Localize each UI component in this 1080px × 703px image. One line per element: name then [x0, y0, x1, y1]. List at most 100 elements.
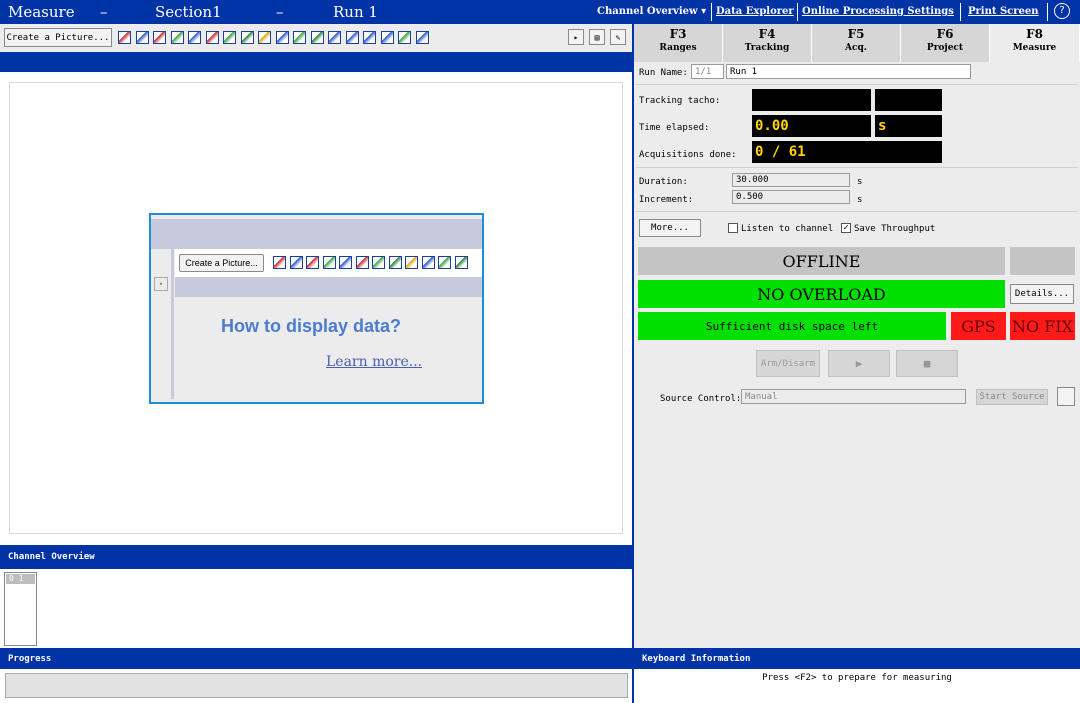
display-type-icon[interactable]: [415, 31, 429, 44]
separator: [711, 3, 712, 21]
display-type-icon[interactable]: [258, 31, 271, 44]
duration-field[interactable]: 30.000: [732, 173, 850, 187]
tracking-tacho-unit: [875, 89, 942, 111]
help-toolbar: Create a Picture...: [175, 249, 482, 277]
offline-status: OFFLINE: [638, 247, 1005, 275]
channel-list[interactable]: 0 1: [4, 572, 37, 646]
increment-field[interactable]: 0.500: [732, 190, 850, 204]
display-type-icon: [355, 256, 369, 269]
tab-ranges[interactable]: F3 Ranges: [634, 24, 723, 62]
display-type-icon[interactable]: [328, 31, 341, 44]
display-type-icon[interactable]: [380, 31, 394, 44]
increment-label: Increment:: [639, 195, 694, 205]
tab-measure[interactable]: F8 Measure: [990, 24, 1080, 62]
source-control-select[interactable]: Manual: [741, 389, 966, 404]
display-type-icon: [454, 256, 468, 269]
display-type-icon[interactable]: [363, 31, 376, 44]
acquisitions-done-label: Acquisitions done:: [639, 150, 737, 160]
separator: [960, 3, 961, 21]
breadcrumb-section[interactable]: Section1: [155, 3, 222, 21]
display-type-icon[interactable]: [293, 31, 306, 44]
help-header-strip: [151, 219, 482, 249]
display-type-icon[interactable]: [135, 31, 149, 44]
edit-icon[interactable]: ✎: [610, 29, 626, 45]
source-control-label: Source Control:: [660, 394, 742, 404]
display-type-icon[interactable]: [153, 31, 166, 44]
display-type-icon[interactable]: [310, 31, 324, 44]
keyboard-information-panel: Press <F2> to prepare for measuring: [634, 669, 1080, 703]
display-type-icon: [388, 256, 402, 269]
progress-bar: [5, 673, 628, 698]
expand-icon[interactable]: ▸: [568, 29, 584, 45]
display-type-icon: [306, 256, 319, 269]
time-elapsed-label: Time elapsed:: [639, 123, 710, 133]
progress-header: Progress: [0, 648, 632, 669]
divider: [636, 167, 1078, 168]
keyboard-information-header: Keyboard Information: [634, 648, 1080, 669]
tab-tracking[interactable]: F4 Tracking: [723, 24, 812, 62]
breadcrumb-separator: –: [276, 3, 284, 21]
gps-status: GPS: [951, 312, 1006, 340]
start-source-button[interactable]: Start Source: [976, 389, 1048, 405]
play-icon[interactable]: ▶: [828, 350, 890, 377]
tab-project[interactable]: F6 Project: [901, 24, 990, 62]
layout-icon[interactable]: ▤: [589, 29, 605, 45]
learn-more-link[interactable]: Learn more...: [326, 354, 422, 370]
keyboard-information-text: Press <F2> to prepare for measuring: [762, 673, 952, 683]
run-name-label: Run Name:: [639, 68, 688, 78]
display-type-icon: [438, 256, 451, 269]
divider: [636, 84, 1078, 85]
display-type-icon[interactable]: [118, 31, 131, 44]
display-type-icon[interactable]: [275, 31, 289, 44]
separator: [797, 3, 798, 21]
help-title: How to display data?: [221, 316, 402, 336]
time-elapsed-value: 0.00: [752, 115, 871, 137]
source-indicator: [1057, 387, 1075, 406]
stop-icon[interactable]: ■: [896, 350, 958, 377]
display-type-icon[interactable]: [398, 31, 411, 44]
breadcrumb-run[interactable]: Run 1: [333, 3, 378, 21]
help-tab-strip: [175, 277, 482, 297]
help-icon[interactable]: ?: [1054, 3, 1070, 19]
channel-item[interactable]: 0 1: [6, 574, 35, 584]
save-throughput-checkbox[interactable]: ✓: [841, 223, 851, 233]
more-button[interactable]: More...: [639, 219, 701, 237]
display-type-icon: [289, 256, 303, 269]
breadcrumb-measure[interactable]: Measure: [8, 3, 75, 21]
save-throughput-label: Save Throughput: [854, 224, 936, 234]
chevron-down-icon: ▾: [154, 277, 168, 291]
overload-status: NO OVERLOAD: [638, 280, 1005, 308]
display-type-icon[interactable]: [240, 31, 254, 44]
details-button[interactable]: Details...: [1010, 284, 1074, 304]
display-type-icon[interactable]: [223, 31, 236, 44]
create-picture-button[interactable]: Create a Picture...: [4, 28, 112, 47]
arm-disarm-button[interactable]: Arm/Disarm: [756, 350, 820, 377]
breadcrumb-separator: –: [100, 3, 108, 21]
tracking-tacho-value: [752, 89, 871, 111]
display-type-icon: [372, 256, 385, 269]
data-explorer-link[interactable]: Data Explorer: [716, 6, 794, 17]
display-type-icon[interactable]: [188, 31, 201, 44]
display-type-icon: [339, 256, 352, 269]
display-type-icon: [405, 256, 418, 269]
channel-overview-dropdown[interactable]: Channel Overview ▾: [597, 6, 706, 17]
display-type-icon[interactable]: [345, 31, 359, 44]
print-screen-link[interactable]: Print Screen: [968, 6, 1039, 17]
acquisitions-done-value: 0 / 61: [752, 141, 942, 163]
panel-divider[interactable]: [632, 24, 634, 703]
tab-acq[interactable]: F5 Acq.: [812, 24, 901, 62]
how-to-display-data-help: ▾ Create a Picture... How to display dat…: [149, 213, 484, 404]
divider: [636, 211, 1078, 212]
help-create-picture-button: Create a Picture...: [179, 254, 264, 272]
duration-label: Duration:: [639, 177, 688, 187]
run-name-input[interactable]: Run 1: [726, 64, 971, 79]
listen-to-channel-checkbox[interactable]: [728, 223, 738, 233]
display-type-icon[interactable]: [205, 31, 219, 44]
time-elapsed-unit: s: [875, 115, 942, 137]
separator: [1047, 3, 1048, 21]
increment-unit: s: [857, 195, 863, 205]
channel-overview-header: Channel Overview: [0, 545, 632, 569]
help-left-strip: ▾: [153, 249, 174, 399]
online-processing-settings-link[interactable]: Online Processing Settings: [802, 6, 954, 17]
display-type-icon[interactable]: [170, 31, 184, 44]
